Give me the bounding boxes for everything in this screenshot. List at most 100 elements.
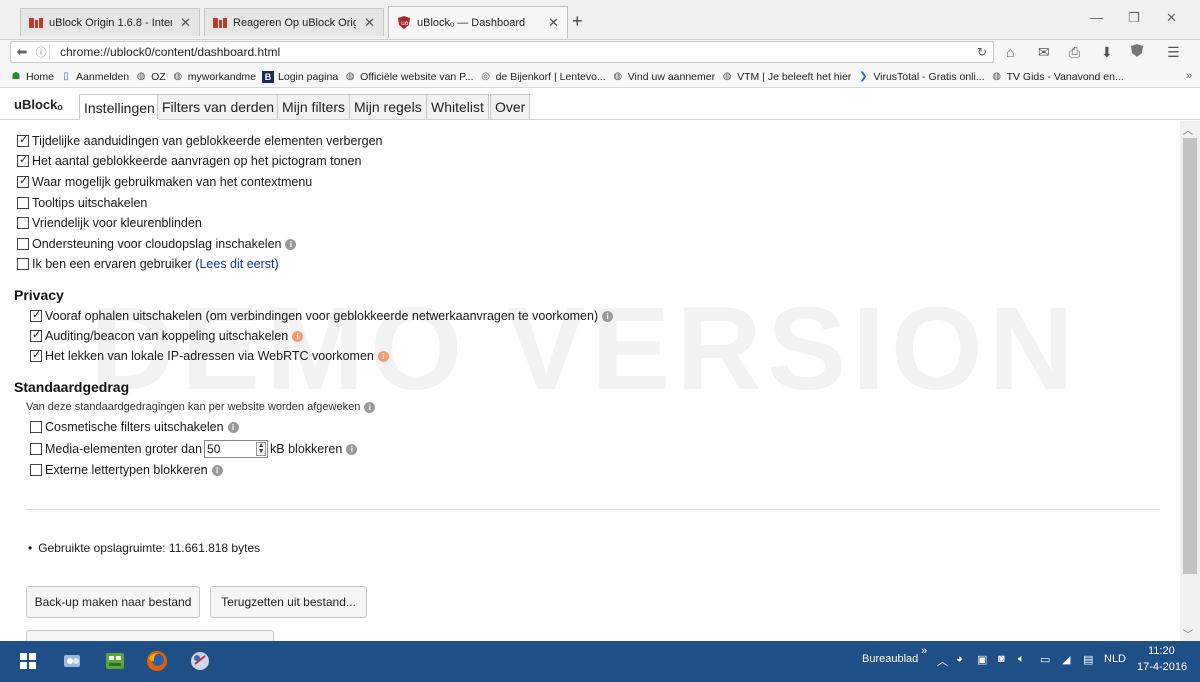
info-icon[interactable]: i	[602, 310, 614, 322]
read-this-first-link[interactable]: Lees dit eerst	[199, 257, 274, 271]
setting-cloud-storage[interactable]: Ondersteuning voor cloudopslag inschakel…	[17, 237, 297, 251]
tab-mijn-filters[interactable]: Mijn filters	[277, 94, 351, 119]
info-icon[interactable]: i	[346, 443, 358, 455]
info-icon[interactable]: i	[364, 401, 376, 413]
checkbox[interactable]	[17, 174, 29, 188]
close-window-icon[interactable]: ✕	[1166, 10, 1177, 26]
backup-button[interactable]: Back-up maken naar bestand	[26, 586, 200, 618]
tray-app-green-icon[interactable]: ▣	[977, 653, 987, 666]
stepper-arrows-icon[interactable]: ▲ ▼	[256, 442, 267, 456]
tab-over[interactable]: Over	[490, 94, 531, 119]
setting-tooltips[interactable]: Tooltips uitschakelen	[17, 196, 147, 210]
minimize-icon[interactable]: —	[1090, 10, 1103, 25]
checkbox[interactable]	[17, 133, 29, 147]
browser-tab-2[interactable]: Reageren Op uBlock Origi... ✕	[204, 8, 384, 36]
setting-cosmetic-filters[interactable]: Cosmetische filters uitschakelen i	[30, 420, 239, 434]
clock-time[interactable]: 11:20	[1148, 645, 1175, 657]
tab-whitelist[interactable]: Whitelist	[426, 94, 489, 119]
checkbox[interactable]	[30, 443, 42, 455]
toolbar-chevron-icon[interactable]: »	[921, 645, 927, 657]
ublock-toolbar-icon[interactable]	[1131, 44, 1143, 60]
hamburger-menu-icon[interactable]: ☰	[1167, 44, 1180, 61]
setting-media-elements[interactable]: Media-elementen groter dan 50 ▲ ▼ kB blok…	[30, 440, 358, 458]
speaker-muted-icon[interactable]: 🔈︎	[1018, 653, 1025, 666]
bookmark-vind-uw-aannemer[interactable]: ◍ Vind uw aannemer	[612, 71, 715, 83]
scrollbar-thumb[interactable]	[1183, 138, 1197, 574]
setting-hide-placeholders[interactable]: Tijdelijke aanduidingen van geblokkeerde…	[17, 133, 382, 148]
info-icon[interactable]: i	[292, 330, 304, 342]
bookmark-tv-gids[interactable]: ◍ TV Gids - Vanavond en...	[991, 71, 1124, 83]
restore-button[interactable]: Terugzetten uit bestand...	[210, 586, 367, 618]
camera-icon[interactable]: ◙	[998, 653, 1005, 665]
setting-prefetch[interactable]: Vooraf ophalen uitschakelen (om verbindi…	[30, 308, 614, 323]
bookmark-login-pagina[interactable]: B Login pagina	[262, 70, 338, 83]
tab-filters-van-derden[interactable]: Filters van derden	[157, 94, 280, 119]
bookmarks-overflow-chevron-icon[interactable]: »	[1186, 70, 1192, 82]
setting-hyperlink-auditing[interactable]: Auditing/beacon van koppeling uitschakel…	[30, 328, 304, 343]
checkbox[interactable]	[17, 238, 29, 250]
checkbox[interactable]	[30, 464, 42, 476]
bookmark-virustotal[interactable]: ❯ VirusTotal - Gratis onli...	[857, 71, 984, 83]
show-hidden-icons-icon[interactable]: ︿	[937, 653, 948, 669]
tab-mijn-regels[interactable]: Mijn regels	[349, 94, 427, 119]
url-text[interactable]: chrome://ublock0/content/dashboard.html	[49, 45, 971, 59]
bookmark-vtm[interactable]: ◍ VTM | Je beleeft het hier	[721, 71, 852, 83]
bookmark-bijenkorf[interactable]: ◎ de Bijenkorf | Lentevo...	[480, 71, 606, 83]
windows-start-icon[interactable]	[14, 647, 42, 675]
download-icon[interactable]: ⬇	[1101, 44, 1113, 61]
scroll-down-arrow-icon[interactable]: ﹀	[1183, 626, 1193, 641]
checkbox[interactable]	[30, 308, 42, 322]
info-icon[interactable]: i	[211, 464, 223, 476]
close-tab-icon[interactable]: ✕	[180, 15, 191, 31]
home-icon[interactable]: ⌂	[1006, 44, 1014, 60]
mail-icon[interactable]: ✉	[1038, 44, 1050, 61]
bookmark-aanmelden[interactable]: ▯ Aanmelden	[60, 71, 129, 83]
info-icon[interactable]: ⓘ	[33, 44, 49, 60]
bookmark-officiele-website[interactable]: ◍ Officiële website van P...	[344, 71, 474, 83]
firefox-icon[interactable]	[143, 647, 171, 675]
setting-advanced-user[interactable]: Ik ben een ervaren gebruiker ( Lees dit …	[17, 257, 279, 271]
wifi-icon[interactable]: ◢	[1062, 653, 1070, 666]
close-tab-icon[interactable]: ✕	[364, 15, 375, 31]
setting-webrtc[interactable]: Het lekken van lokale IP-adressen via We…	[30, 348, 389, 363]
snipping-tool-icon[interactable]	[186, 647, 214, 675]
media-size-stepper[interactable]: 50 ▲ ▼	[204, 440, 269, 458]
checkbox[interactable]	[30, 348, 42, 362]
checkbox[interactable]	[17, 258, 29, 270]
info-icon[interactable]: i	[377, 350, 389, 362]
setting-icon-badge[interactable]: Het aantal geblokkeerde aanvragen op het…	[17, 153, 361, 168]
reload-icon[interactable]: ↻	[971, 45, 993, 59]
print-icon[interactable]: ⎙	[1069, 44, 1080, 61]
language-indicator[interactable]: NLD	[1104, 653, 1126, 665]
checkbox[interactable]	[17, 197, 29, 209]
reset-button-partial[interactable]	[26, 630, 274, 641]
bookmark-oz[interactable]: ◍ OZ	[135, 71, 166, 83]
tab-instellingen[interactable]: Instellingen	[79, 94, 160, 120]
new-tab-button[interactable]: +	[572, 11, 583, 32]
checkbox[interactable]	[30, 421, 42, 433]
info-icon[interactable]: i	[227, 421, 239, 433]
checkbox[interactable]	[30, 328, 42, 342]
scroll-up-arrow-icon[interactable]: ︿	[1183, 122, 1193, 137]
network-people-icon[interactable]	[58, 647, 86, 675]
desktop-toolbar-label[interactable]: Bureaublad	[862, 653, 918, 665]
bookmark-home[interactable]: ☗ Home	[10, 71, 55, 83]
close-tab-icon[interactable]: ✕	[548, 15, 559, 31]
setting-context-menu[interactable]: Waar mogelijk gebruikmaken van het conte…	[17, 174, 312, 189]
restore-icon[interactable]: ❐	[1128, 10, 1140, 26]
notifications-icon[interactable]: ▤	[1083, 653, 1093, 666]
green-app-icon[interactable]	[101, 647, 129, 675]
checkbox[interactable]	[17, 153, 29, 167]
back-arrow-icon[interactable]: ⬅	[11, 42, 33, 62]
checkbox[interactable]	[17, 217, 29, 229]
info-icon[interactable]: i	[285, 238, 297, 250]
browser-tab-1[interactable]: uBlock Origin 1.6.8 - Inter... ✕	[20, 8, 200, 36]
tray-app-icon[interactable]: ◕	[956, 653, 963, 665]
setting-color-blind[interactable]: Vriendelijk voor kleurenblinden	[17, 216, 202, 230]
setting-remote-fonts[interactable]: Externe lettertypen blokkeren i	[30, 463, 223, 477]
browser-tab-3[interactable]: uo uBlockₒ — Dashboard ✕	[388, 6, 568, 38]
url-bar[interactable]: ⬅ ⓘ chrome://ublock0/content/dashboard.h…	[10, 41, 994, 63]
battery-icon[interactable]: ▭	[1040, 653, 1050, 666]
bookmark-myworkandme[interactable]: ◍ myworkandme	[172, 71, 256, 83]
clock-date[interactable]: 17-4-2016	[1137, 661, 1187, 673]
